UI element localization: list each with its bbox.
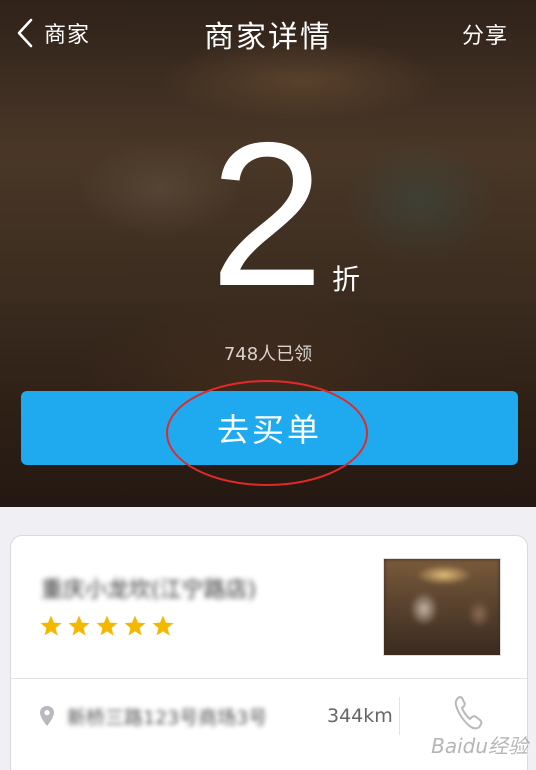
star-icon	[124, 615, 146, 636]
star-icon	[40, 615, 62, 636]
claimed-count: 748人已领	[223, 344, 313, 365]
star-icon	[68, 615, 90, 636]
merchant-photo[interactable]	[383, 558, 501, 656]
vertical-divider	[399, 697, 400, 735]
location-pin-icon	[40, 706, 54, 726]
nav-bar: 商家 商家详情 分享	[0, 0, 536, 66]
star-icon	[96, 615, 118, 636]
pay-bill-button[interactable]: 去买单	[21, 391, 518, 465]
hero-banner: 商家 商家详情 分享 2 折 748人已领 去买单	[0, 0, 536, 507]
share-button[interactable]: 分享	[462, 18, 508, 50]
merchant-distance: 344km	[327, 705, 393, 727]
merchant-address: 新桥三路123号商场3号	[67, 707, 268, 729]
discount-unit: 折	[332, 263, 361, 296]
page-title: 商家详情	[204, 20, 332, 55]
watermark-logo: Baidu经验	[431, 734, 528, 758]
star-icon	[152, 615, 174, 636]
merchant-name: 重庆小龙坎(江宁路店)	[41, 578, 257, 603]
star-rating	[39, 614, 175, 638]
merchant-photo-image	[384, 559, 500, 655]
phone-icon[interactable]	[451, 693, 485, 733]
discount-value: 2	[209, 100, 324, 329]
